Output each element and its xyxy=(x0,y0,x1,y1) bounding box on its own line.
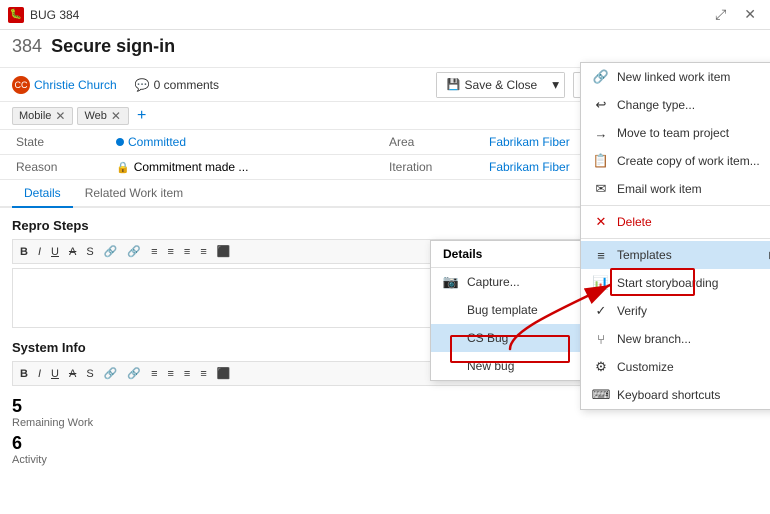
sys-link-button-1[interactable]: 🔗 xyxy=(100,365,122,382)
sys-image-button[interactable]: ⬛ xyxy=(213,365,235,382)
move-team-icon: → xyxy=(593,125,609,141)
change-type-item[interactable]: ↩ Change type... xyxy=(581,91,770,119)
comments-button[interactable]: 💬 0 comments xyxy=(135,78,219,92)
sys-list-button-3[interactable]: ≡ xyxy=(180,365,194,382)
save-close-dropdown-button[interactable]: ▾ xyxy=(547,73,564,97)
comment-icon: 💬 xyxy=(135,78,150,92)
sys-strikethrough-button[interactable]: A xyxy=(65,365,80,382)
main-dropdown-menu: 🔗 New linked work item ↩ Change type... … xyxy=(580,62,770,410)
list-button-1[interactable]: ≡ xyxy=(147,243,161,260)
bug-template-icon xyxy=(443,302,459,318)
expand-button[interactable]: ⤢ xyxy=(709,4,732,25)
templates-item[interactable]: ≡ Templates ▶ xyxy=(581,241,770,269)
reason-value: 🔒 Commitment made ... xyxy=(112,155,385,179)
sys-underline-button[interactable]: U xyxy=(47,365,63,382)
sys-subscript-button[interactable]: S xyxy=(82,365,97,382)
area-label: Area xyxy=(385,130,485,154)
user-info: CC Christie Church xyxy=(12,76,117,94)
save-close-label: Save & Close xyxy=(465,78,538,92)
create-copy-icon: 📋 xyxy=(593,153,609,169)
italic-button[interactable]: I xyxy=(34,243,45,260)
list-button-2[interactable]: ≡ xyxy=(163,243,177,260)
title-bar-text: BUG 384 xyxy=(30,8,79,22)
sys-italic-button[interactable]: I xyxy=(34,365,45,382)
tag-mobile: Mobile ✕ xyxy=(12,107,73,125)
reason-label: Reason xyxy=(12,155,112,179)
separator-2 xyxy=(581,238,770,239)
customize-item[interactable]: ⚙ Customize xyxy=(581,353,770,381)
remaining-work-label: Remaining Work xyxy=(12,417,758,429)
activity-label: Activity xyxy=(12,454,758,466)
status-dot xyxy=(116,138,124,146)
link-button-2[interactable]: 🔗 xyxy=(123,243,145,260)
list-button-3[interactable]: ≡ xyxy=(180,243,194,260)
templates-icon: ≡ xyxy=(593,247,609,263)
activity-value: 6 xyxy=(12,433,758,454)
state-value: Committed xyxy=(112,130,385,154)
save-close-button[interactable]: 💾 Save & Close xyxy=(437,73,547,97)
state-label: State xyxy=(12,130,112,154)
change-type-icon: ↩ xyxy=(593,97,609,113)
bug-icon: 🐛 xyxy=(8,7,24,23)
tag-web: Web ✕ xyxy=(77,107,128,125)
subscript-button[interactable]: S xyxy=(82,243,97,260)
cs-bug-icon xyxy=(443,330,459,346)
save-icon: 💾 xyxy=(447,78,461,91)
keyboard-icon: ⌨ xyxy=(593,387,609,403)
create-copy-item[interactable]: 📋 Create copy of work item... xyxy=(581,147,770,175)
title-bar-actions: ⤢ ✕ xyxy=(709,4,762,25)
start-storyboard-item[interactable]: 📊 Start storyboarding xyxy=(581,269,770,297)
tab-details[interactable]: Details xyxy=(12,180,73,208)
capture-icon: 📷 xyxy=(443,274,459,290)
lock-icon: 🔒 xyxy=(116,161,130,174)
new-branch-icon: ⑂ xyxy=(593,331,609,347)
delete-item[interactable]: ✕ Delete xyxy=(581,208,770,236)
reason-text: Commitment made ... xyxy=(134,160,249,174)
close-button[interactable]: ✕ xyxy=(738,4,762,25)
delete-icon: ✕ xyxy=(593,214,609,230)
work-item-name: Secure sign-in xyxy=(51,36,175,56)
customize-icon: ⚙ xyxy=(593,359,609,375)
tag-mobile-remove[interactable]: ✕ xyxy=(54,109,66,123)
user-avatar: CC xyxy=(12,76,30,94)
new-bug-icon xyxy=(443,358,459,374)
add-tag-button[interactable]: + xyxy=(133,107,150,125)
storyboard-icon: 📊 xyxy=(593,275,609,291)
email-icon: ✉ xyxy=(593,181,609,197)
new-linked-item[interactable]: 🔗 New linked work item xyxy=(581,63,770,91)
underline-button[interactable]: U xyxy=(47,243,63,260)
verify-icon: ✓ xyxy=(593,303,609,319)
strikethrough-button[interactable]: A xyxy=(65,243,80,260)
state-text: Committed xyxy=(128,135,186,149)
image-button[interactable]: ⬛ xyxy=(213,243,235,260)
work-item-title: 384 Secure sign-in xyxy=(12,36,758,57)
tag-web-remove[interactable]: ✕ xyxy=(110,109,122,123)
user-name: Christie Church xyxy=(34,78,117,92)
keyboard-shortcuts-item[interactable]: ⌨ Keyboard shortcuts xyxy=(581,381,770,409)
verify-item[interactable]: ✓ Verify xyxy=(581,297,770,325)
sys-list-button-2[interactable]: ≡ xyxy=(163,365,177,382)
sys-list-button-4[interactable]: ≡ xyxy=(196,365,210,382)
title-bar-left: 🐛 BUG 384 xyxy=(8,7,79,23)
tab-related-work[interactable]: Related Work item xyxy=(73,180,195,208)
sys-link-button-2[interactable]: 🔗 xyxy=(123,365,145,382)
comments-count: 0 comments xyxy=(154,78,219,92)
title-bar: 🐛 BUG 384 ⤢ ✕ xyxy=(0,0,770,30)
sys-bold-button[interactable]: B xyxy=(16,365,32,382)
email-item[interactable]: ✉ Email work item xyxy=(581,175,770,203)
list-button-4[interactable]: ≡ xyxy=(196,243,210,260)
separator-1 xyxy=(581,205,770,206)
new-linked-icon: 🔗 xyxy=(593,69,609,85)
iteration-label: Iteration xyxy=(385,155,485,179)
new-branch-item[interactable]: ⑂ New branch... xyxy=(581,325,770,353)
save-close-group: 💾 Save & Close ▾ xyxy=(436,72,565,98)
move-team-item[interactable]: → Move to team project xyxy=(581,119,770,147)
link-button-1[interactable]: 🔗 xyxy=(100,243,122,260)
sys-list-button-1[interactable]: ≡ xyxy=(147,365,161,382)
bold-button[interactable]: B xyxy=(16,243,32,260)
work-item-id: 384 xyxy=(12,36,42,56)
